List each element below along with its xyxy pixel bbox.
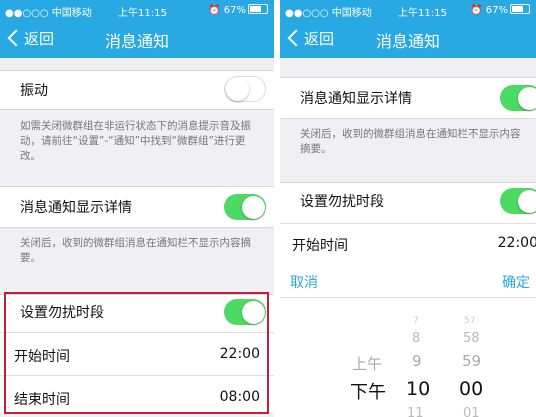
picker-hour-option[interactable]: 11: [407, 406, 424, 417]
detail-row: 消息通知显示详情: [0, 186, 274, 228]
battery-icon: [248, 4, 268, 14]
status-bar: ●●○○○ 中国移动 上午11:15 ⏰ 67%: [280, 0, 536, 20]
cancel-button[interactable]: 取消: [290, 272, 318, 292]
picker-hour-option[interactable]: 8: [412, 331, 420, 346]
picker-minute-option[interactable]: 59: [462, 352, 481, 370]
picker-minute-option[interactable]: 57: [464, 316, 475, 326]
nav-bar: 返回 消息通知: [0, 20, 274, 58]
picker-hour-selected[interactable]: 10: [406, 378, 430, 400]
carrier-label: ●●○○○ 中国移动: [5, 8, 92, 19]
picker-toolbar: 取消 确定: [280, 265, 536, 298]
status-bar: ●●○○○ 中国移动 上午11:15 ⏰ 67%: [0, 0, 274, 20]
time-picker[interactable]: 上午 下午 7 8 9 10 11 57 58 59 00 01: [280, 298, 536, 417]
detail-label: 消息通知显示详情: [20, 200, 132, 216]
battery-status: ⏰ 67%: [470, 4, 530, 16]
detail-row: 消息通知显示详情: [280, 77, 536, 119]
battery-percent: 67%: [223, 5, 246, 16]
right-screen: ●●○○○ 中国移动 上午11:15 ⏰ 67% 返回 消息通知 消息通知显示详…: [280, 0, 536, 417]
vibrate-toggle[interactable]: [224, 76, 266, 102]
picker-hour-option[interactable]: 7: [413, 316, 419, 326]
picker-ampm-option[interactable]: 上午: [352, 353, 382, 374]
picker-minute-option[interactable]: 58: [463, 331, 480, 346]
battery-percent: 67%: [485, 5, 508, 16]
vibrate-label: 振动: [20, 83, 48, 99]
vibrate-row: 振动: [0, 70, 274, 110]
start-time-label[interactable]: 开始时间: [292, 235, 348, 255]
battery-icon: [510, 4, 530, 14]
highlight-box: [4, 292, 269, 414]
detail-note: 关闭后，收到的微群组消息在通知栏不显示内容摘要。: [300, 128, 521, 155]
carrier-label: ●●○○○ 中国移动: [285, 8, 372, 19]
detail-note: 关闭后，收到的微群组消息在通知栏不显示内容摘要。: [20, 237, 251, 264]
dnd-toggle[interactable]: [500, 188, 536, 214]
confirm-button[interactable]: 确定: [502, 272, 530, 292]
detail-toggle[interactable]: [500, 85, 536, 111]
detail-toggle[interactable]: [224, 194, 266, 220]
page-title: 消息通知: [104, 32, 169, 51]
vibrate-note: 如需关闭微群组在非运行状态下的消息提示音及振动，请前往“设置”-“通知”中找到“…: [20, 120, 251, 162]
left-screen: ●●○○○ 中国移动 上午11:15 ⏰ 67% 返回 消息通知 振动 如需关闭…: [0, 0, 274, 417]
detail-label: 消息通知显示详情: [300, 91, 412, 107]
clock: 上午11:15: [118, 8, 167, 19]
clock: 上午11:15: [398, 8, 447, 19]
picker-ampm-selected[interactable]: 下午: [350, 378, 386, 404]
start-time-value: 22:00: [497, 235, 536, 251]
dnd-label: 设置勿扰时段: [300, 194, 384, 210]
picker-hour-option[interactable]: 9: [412, 352, 422, 370]
nav-bar: 返回 消息通知: [280, 20, 536, 58]
battery-status: ⏰ 67%: [208, 4, 268, 16]
picker-minute-selected[interactable]: 00: [459, 378, 483, 400]
dnd-group: 设置勿扰时段 开始时间 22:00: [280, 182, 536, 266]
picker-minute-option[interactable]: 01: [463, 406, 480, 417]
page-title: 消息通知: [375, 32, 440, 51]
